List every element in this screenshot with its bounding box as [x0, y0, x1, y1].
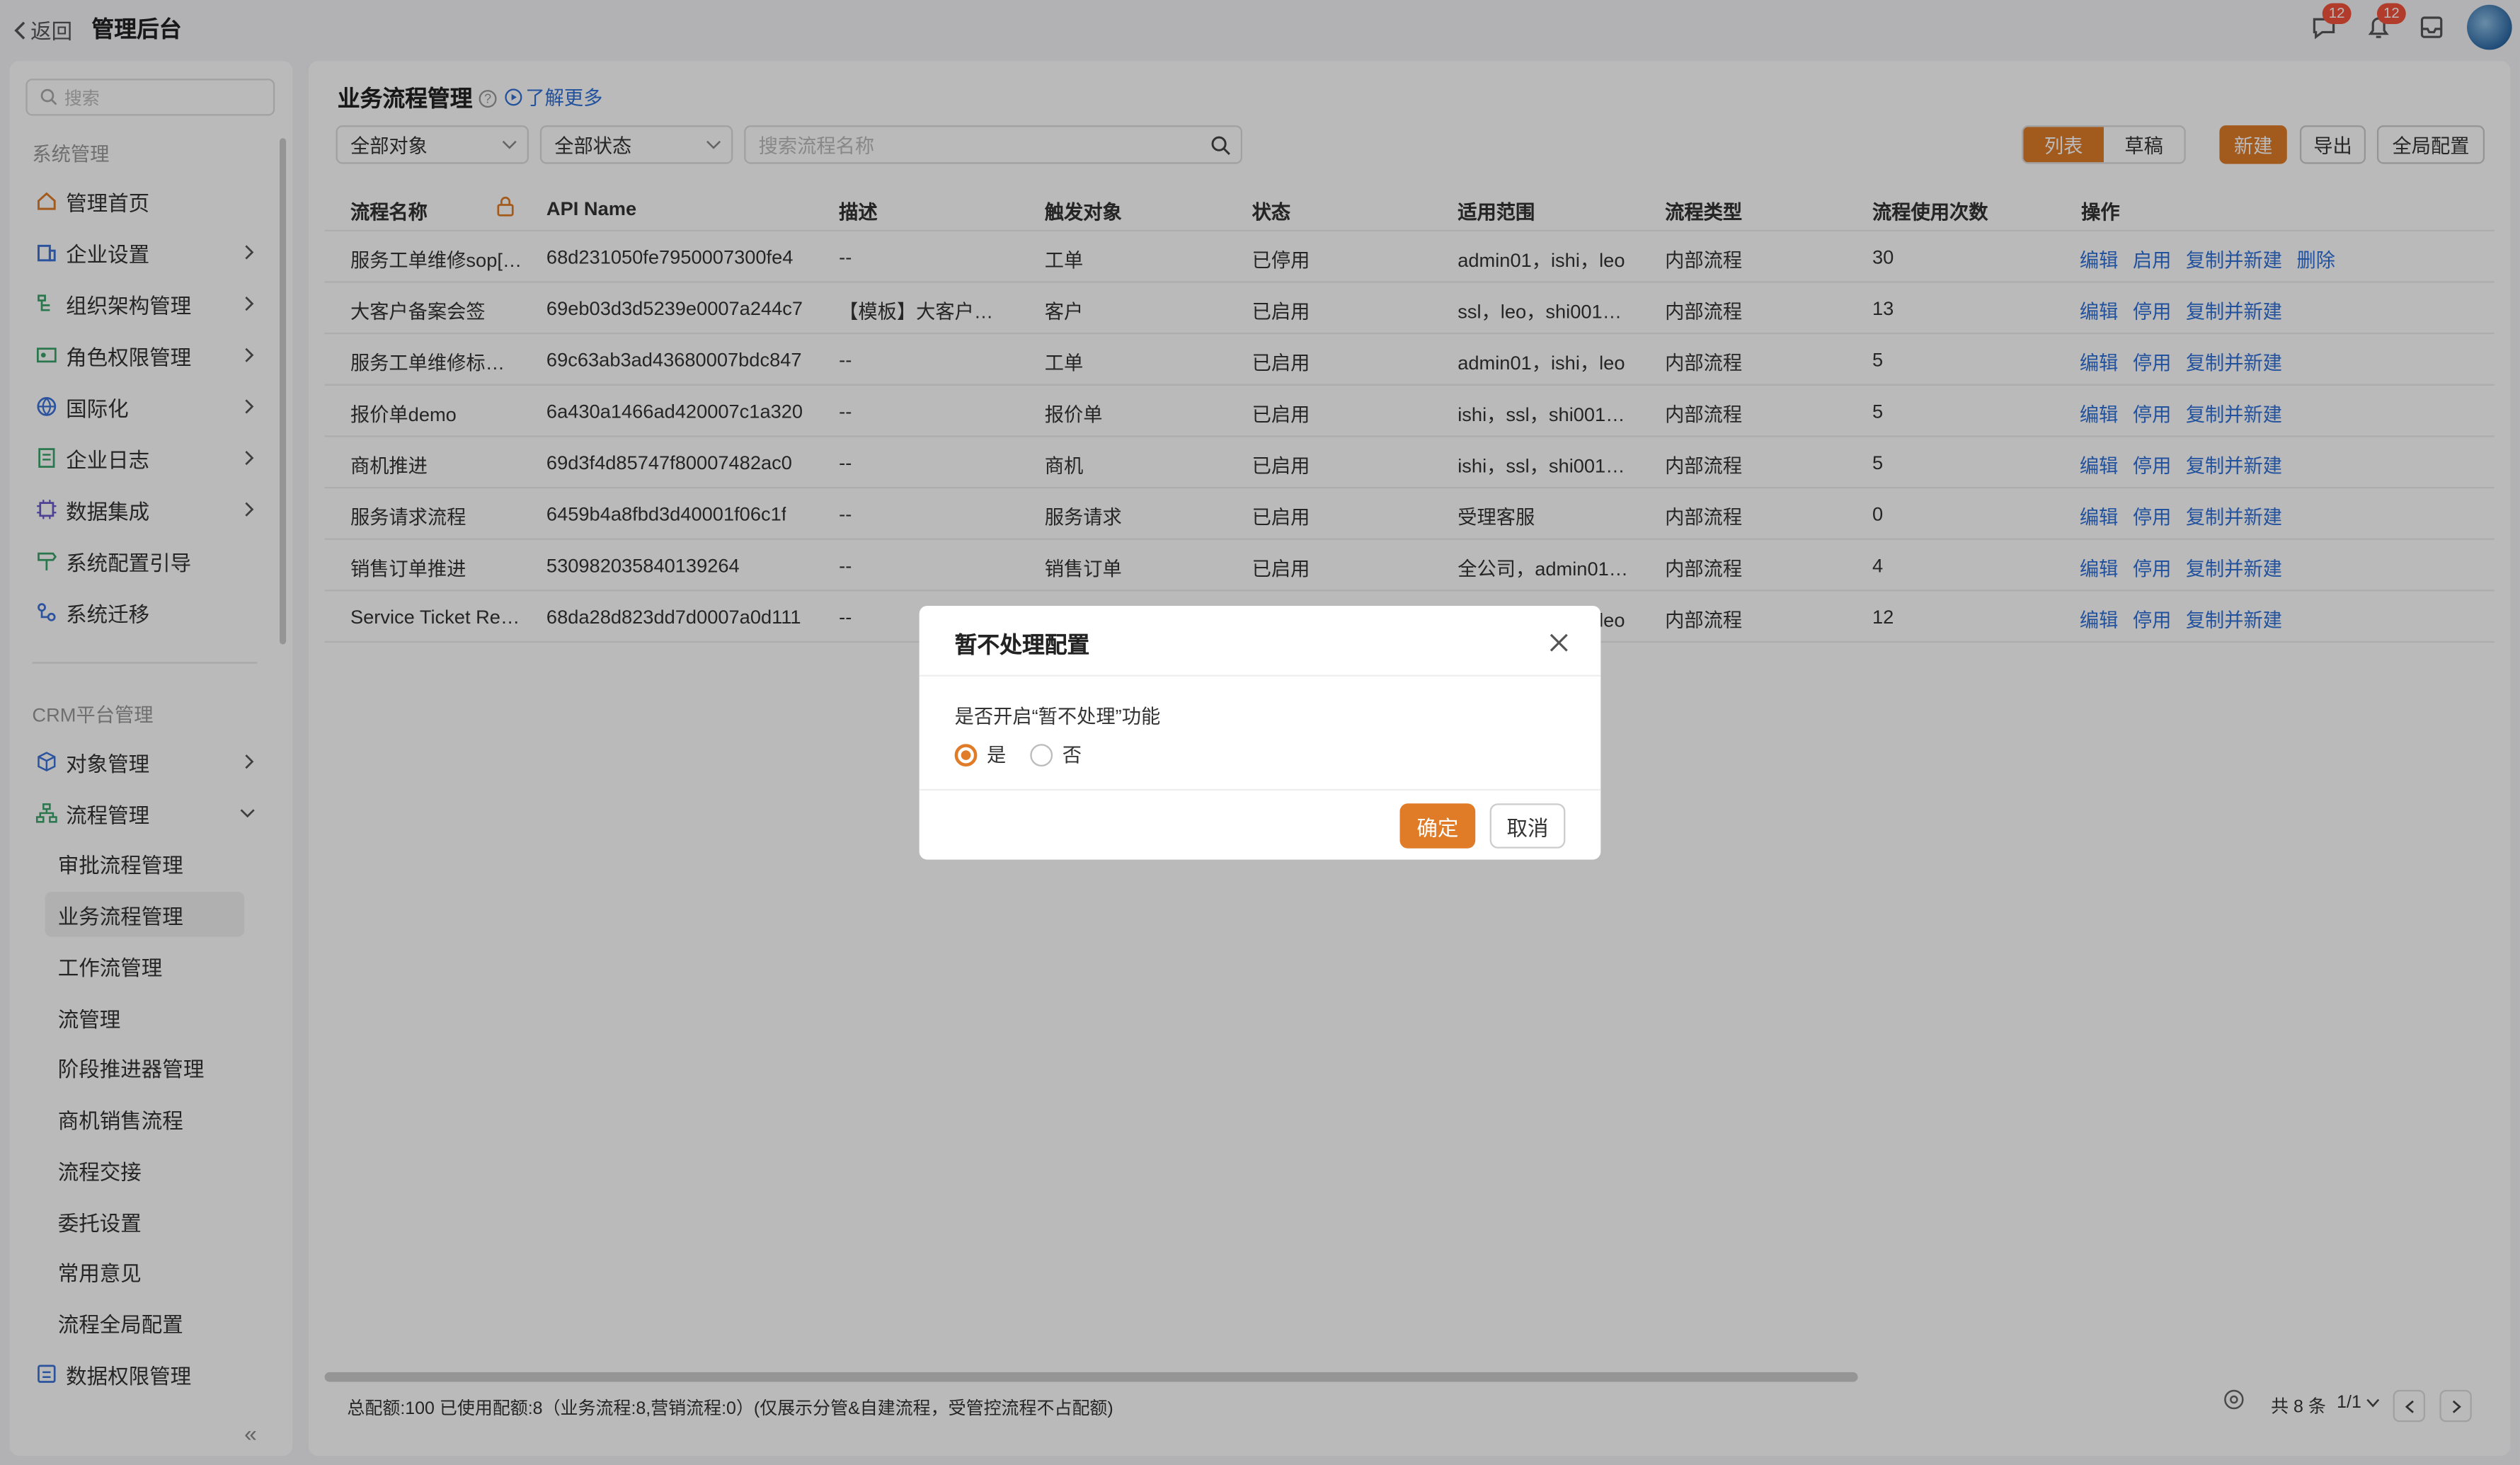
- radio-option-yes[interactable]: 是: [954, 741, 1007, 769]
- confirm-button[interactable]: 确定: [1399, 803, 1476, 849]
- close-icon[interactable]: [1547, 631, 1570, 654]
- radio-option-no[interactable]: 否: [1030, 741, 1082, 769]
- cancel-button[interactable]: 取消: [1489, 803, 1566, 849]
- dialog-question: 是否开启“暂不处理”功能: [954, 705, 1161, 728]
- dialog-header-divider: [919, 674, 1601, 677]
- skip-processing-dialog: 暂不处理配置 是否开启“暂不处理”功能 是 否 确定 取消: [919, 605, 1601, 860]
- dialog-footer-divider: [919, 788, 1601, 791]
- dialog-title: 暂不处理配置: [954, 631, 1090, 657]
- radio-checked-icon: [954, 743, 978, 766]
- radio-label: 是: [987, 744, 1007, 766]
- radio-unchecked-icon: [1030, 743, 1053, 766]
- radio-label: 否: [1062, 744, 1082, 766]
